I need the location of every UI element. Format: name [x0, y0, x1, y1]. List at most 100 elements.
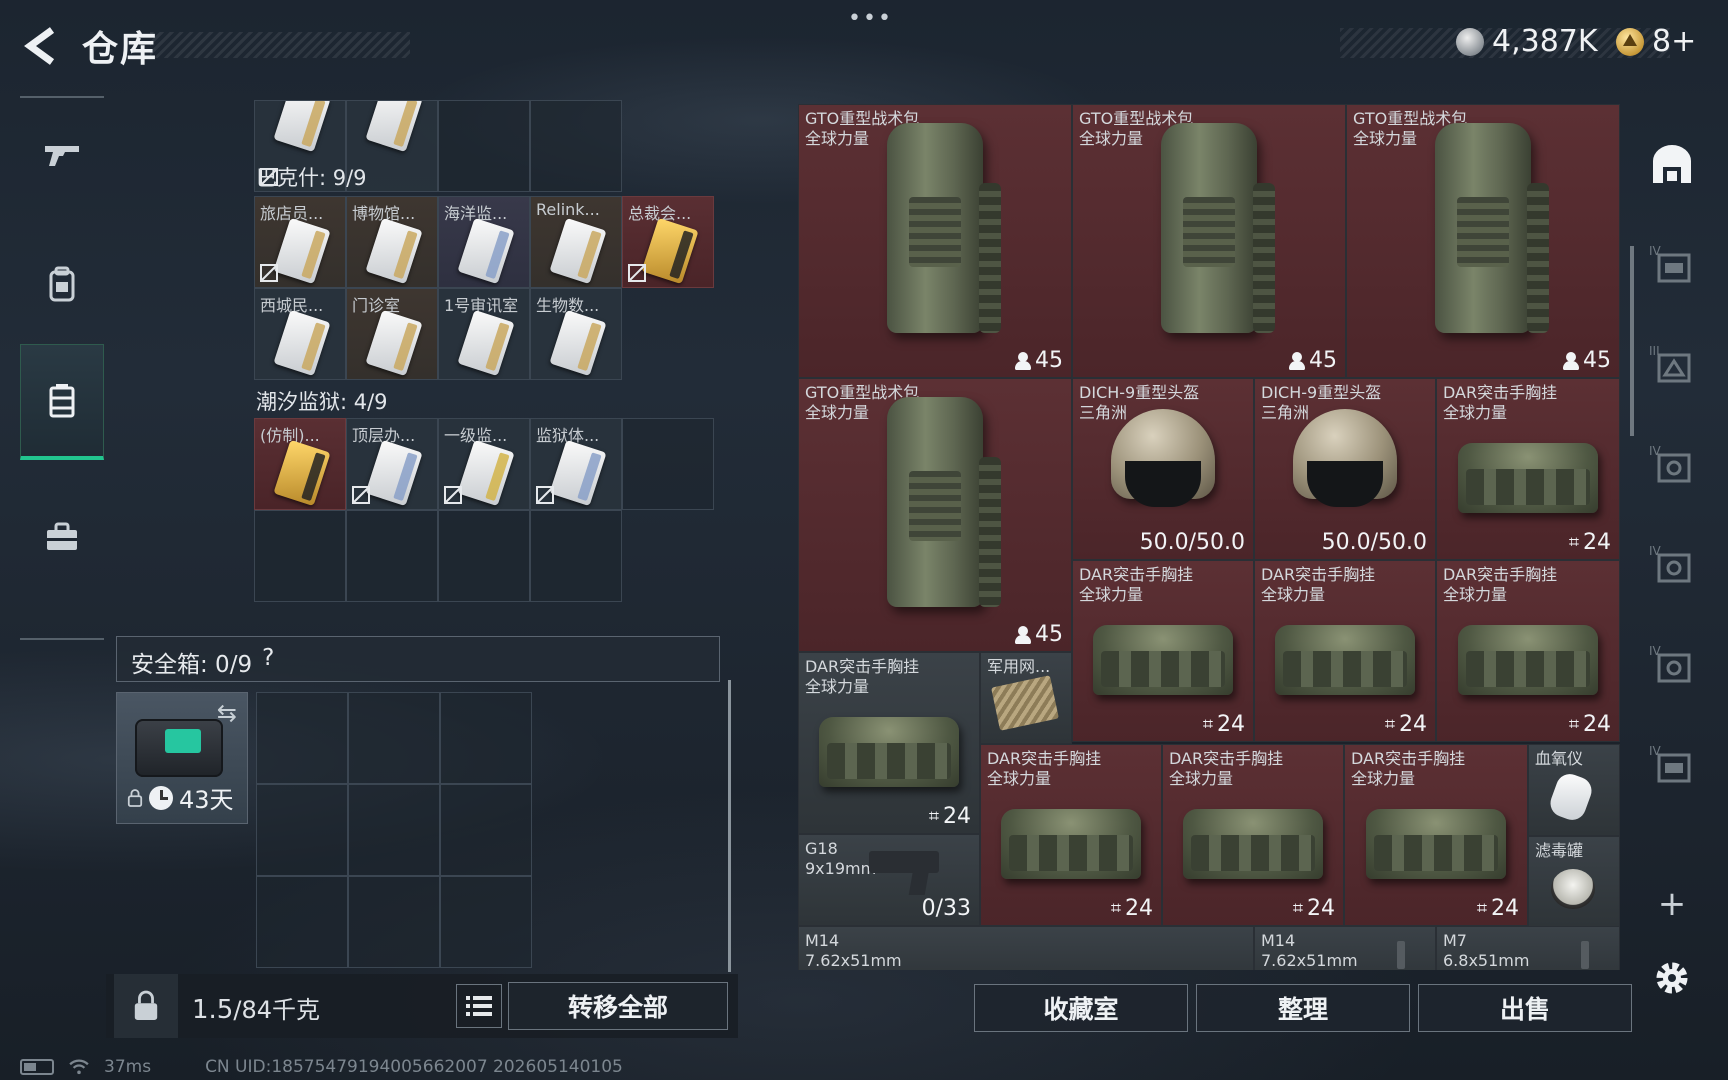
- empty-slot[interactable]: [348, 692, 440, 784]
- keycard-slot[interactable]: 1号审讯室: [438, 288, 530, 380]
- warehouse-page-3-button[interactable]: IV: [1648, 440, 1696, 488]
- backpack-image: [1161, 123, 1275, 333]
- inventory-item-oximeter[interactable]: 血氧仪: [1528, 744, 1620, 836]
- nav-item-gear[interactable]: [20, 344, 104, 460]
- gold-currency[interactable]: 8+: [1616, 24, 1696, 59]
- tide-prison-section-title: 潮汐监狱: 4/9: [256, 390, 388, 414]
- keycard-slot[interactable]: 生物数...: [530, 288, 622, 380]
- more-menu-button[interactable]: •••: [848, 6, 893, 31]
- tide-prison-keycard-grid: (仿制)... 顶层办... 一级监... 监狱体...: [254, 418, 714, 602]
- inventory-item-backpack[interactable]: GTO重型战术包 全球力量 45: [1346, 104, 1620, 378]
- inventory-item-chest-rig[interactable]: DAR突击手胸挂 全球力量 ⌗ 24: [1162, 744, 1344, 926]
- chest-rig-image: [819, 717, 959, 787]
- empty-slot[interactable]: [530, 100, 622, 192]
- keycard-slot[interactable]: 海洋监...: [438, 196, 530, 288]
- warehouse-page-6-button[interactable]: IV: [1648, 740, 1696, 788]
- empty-slot[interactable]: [438, 100, 530, 192]
- keycard-slot[interactable]: 总裁会...: [622, 196, 714, 288]
- oximeter-image: [1546, 770, 1596, 824]
- inventory-scrollbar[interactable]: [1630, 246, 1634, 436]
- inventory-item-m7-rifle[interactable]: M7 6.8x51mm: [1436, 926, 1620, 970]
- inventory-item-chest-rig[interactable]: DAR突击手胸挂 全球力量 ⌗ 24: [1254, 560, 1436, 742]
- no-drop-icon: [536, 486, 554, 504]
- list-icon: [466, 996, 492, 1016]
- helmet-image: [1293, 409, 1397, 507]
- weight-readout: 1.5/84千克: [192, 990, 320, 1025]
- sort-button[interactable]: 整理: [1196, 984, 1410, 1032]
- inventory-item-chest-rig[interactable]: DAR突击手胸挂 全球力量 ⌗ 24: [980, 744, 1162, 926]
- inventory-item-ammo-box[interactable]: 军用网...: [980, 652, 1072, 744]
- inventory-item-backpack[interactable]: GTO重型战术包 全球力量 45: [1072, 104, 1346, 378]
- empty-slot[interactable]: [530, 510, 622, 602]
- keycard-slot[interactable]: 顶层办...: [346, 418, 438, 510]
- clock-icon: [149, 785, 173, 810]
- backpack-image: [887, 123, 1001, 333]
- empty-slot[interactable]: [346, 510, 438, 602]
- inventory-item-helmet[interactable]: DICH-9重型头盔 三角洲 50.0/50.0: [1254, 378, 1436, 560]
- transfer-all-button[interactable]: 转移全部: [508, 982, 728, 1030]
- inventory-item-backpack[interactable]: GTO重型战术包 全球力量 45: [798, 104, 1072, 378]
- left-category-nav: [20, 96, 104, 640]
- inventory-item-helmet[interactable]: DICH-9重型头盔 三角洲 50.0/50.0: [1072, 378, 1254, 560]
- safebox-help-button[interactable]: ?: [262, 645, 274, 673]
- inventory-item-backpack[interactable]: GTO重型战术包 全球力量 45: [798, 378, 1072, 652]
- list-view-button[interactable]: [456, 984, 502, 1028]
- warehouse-page-4-button[interactable]: IV: [1648, 540, 1696, 588]
- silver-currency[interactable]: 4,387K: [1456, 24, 1598, 59]
- uid-readout: CN UID:18575479194005662007 202605140105: [205, 1057, 623, 1077]
- left-scrollbar[interactable]: [728, 680, 731, 972]
- inventory-item-chest-rig[interactable]: DAR突击手胸挂 全球力量 ⌗ 24: [1436, 560, 1620, 742]
- top-bar: 仓库 ••• 4,387K 8+: [0, 0, 1728, 90]
- inventory-item-chest-rig[interactable]: DAR突击手胸挂 全球力量 ⌗ 24: [1072, 560, 1254, 742]
- empty-slot[interactable]: [440, 784, 532, 876]
- safebox-item[interactable]: ⇆ 43天: [116, 692, 248, 824]
- inventory-item-chest-rig[interactable]: DAR突击手胸挂 全球力量 ⌗ 24: [798, 652, 980, 834]
- settings-button[interactable]: [1648, 954, 1696, 1002]
- keycard-slot[interactable]: 旅店员...: [254, 196, 346, 288]
- keycard-slot[interactable]: 一级监...: [438, 418, 530, 510]
- storage-page-icon: IV: [1649, 644, 1691, 683]
- warehouse-page-5-button[interactable]: IV: [1648, 640, 1696, 688]
- inventory-item-chest-rig[interactable]: DAR突击手胸挂 全球力量 ⌗ 24: [1344, 744, 1528, 926]
- no-drop-icon: [444, 486, 462, 504]
- rig-capacity-icon: ⌗: [1476, 898, 1487, 919]
- nav-item-backpacks[interactable]: [20, 230, 104, 340]
- keycard-slot[interactable]: (仿制)...: [254, 418, 346, 510]
- back-button[interactable]: [20, 24, 64, 68]
- empty-slot[interactable]: [622, 418, 714, 510]
- empty-slot[interactable]: [256, 784, 348, 876]
- storage-page-icon: IV: [1649, 544, 1691, 583]
- add-page-button[interactable]: +: [1648, 880, 1696, 928]
- vest-icon: [49, 383, 75, 417]
- sell-button[interactable]: 出售: [1418, 984, 1632, 1032]
- empty-slot[interactable]: [256, 876, 348, 968]
- collection-room-button[interactable]: 收藏室: [974, 984, 1188, 1032]
- lock-button[interactable]: [114, 974, 178, 1038]
- nav-item-supplies[interactable]: [20, 482, 104, 592]
- keycard-slot[interactable]: Relink...: [530, 196, 622, 288]
- keycard-slot[interactable]: 监狱体...: [530, 418, 622, 510]
- empty-slot[interactable]: [440, 876, 532, 968]
- inventory-item-gas-canister[interactable]: 滤毒罐: [1528, 836, 1620, 928]
- empty-slot[interactable]: [254, 510, 346, 602]
- keycard-slot[interactable]: 门诊室: [346, 288, 438, 380]
- swap-icon[interactable]: ⇆: [217, 699, 237, 727]
- storage-page-icon: IV: [1649, 244, 1691, 283]
- empty-slot[interactable]: [348, 876, 440, 968]
- keycard-slot[interactable]: 西城民...: [254, 288, 346, 380]
- empty-slot[interactable]: [440, 692, 532, 784]
- storage-page-icon: IV: [1649, 744, 1691, 783]
- inventory-item-m14-rifle[interactable]: M14 7.62x51mm: [1254, 926, 1436, 970]
- warehouse-page-1-button[interactable]: IV: [1648, 240, 1696, 288]
- empty-slot[interactable]: [256, 692, 348, 784]
- warehouse-page-2-button[interactable]: III: [1648, 340, 1696, 388]
- capacity-icon: [1289, 351, 1305, 370]
- inventory-item-chest-rig[interactable]: DAR突击手胸挂 全球力量 ⌗ 24: [1436, 378, 1620, 560]
- warehouse-home-button[interactable]: [1648, 140, 1696, 188]
- inventory-item-m14-rifle[interactable]: M14 7.62x51mm: [798, 926, 1254, 970]
- empty-slot[interactable]: [438, 510, 530, 602]
- empty-slot[interactable]: [348, 784, 440, 876]
- nav-item-weapons[interactable]: [20, 98, 104, 208]
- keycard-slot[interactable]: 博物馆...: [346, 196, 438, 288]
- inventory-item-g18-pistol[interactable]: G18 9x19mm 0/33: [798, 834, 980, 926]
